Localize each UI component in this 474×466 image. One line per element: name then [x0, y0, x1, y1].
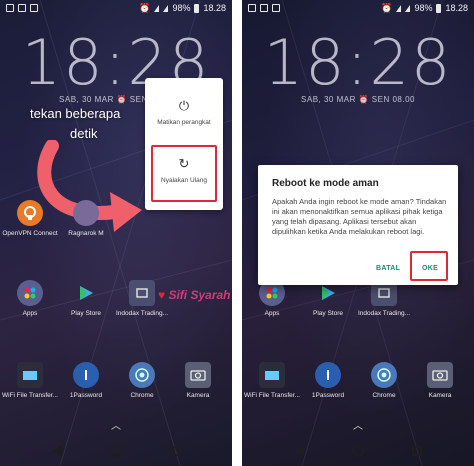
indodax-icon	[129, 280, 155, 306]
app-label: WiFi File Transfer...	[244, 392, 300, 399]
onepassword-icon	[73, 362, 99, 388]
cancel-button[interactable]: BATAL	[376, 265, 400, 272]
app-label: WiFi File Transfer...	[2, 392, 58, 399]
app-label: Apps	[264, 310, 280, 317]
app-label: Play Store	[313, 310, 343, 317]
status-time: 18.28	[445, 3, 468, 13]
app-label: Play Store	[71, 310, 101, 317]
status-bar: ⏰ 98% 18.28	[0, 0, 232, 16]
shutdown-label: Matikan perangkat	[157, 119, 211, 126]
restart-highlight	[151, 145, 217, 202]
notification-icon	[18, 4, 26, 12]
back-icon[interactable]	[52, 445, 62, 457]
app-chrome[interactable]: Chrome	[356, 362, 412, 399]
app-label: Kamera	[428, 392, 452, 399]
app-ragnarok[interactable]: Ragnarok M	[58, 200, 114, 237]
home-icon[interactable]	[109, 445, 122, 457]
app-label: Apps	[22, 310, 38, 317]
app-label: Ragnarok M	[68, 230, 104, 237]
date-line: SAB, 30 MAR ⏰ SEN 08.00	[301, 95, 415, 104]
ok-highlight	[410, 251, 448, 281]
chrome-icon	[129, 362, 155, 388]
battery-icon	[194, 3, 200, 13]
app-label: OpenVPN Connect	[2, 230, 58, 237]
app-indodax[interactable]: Indodax Trading...	[356, 280, 412, 317]
ragnarok-icon	[73, 200, 99, 226]
watermark-logo: ♥ Sifi Syarah	[158, 288, 231, 302]
navigation-bar	[242, 436, 474, 466]
navigation-bar	[0, 436, 232, 466]
app-kamera[interactable]: Kamera	[412, 362, 468, 399]
openvpn-icon	[17, 200, 43, 226]
chevron-up-icon[interactable]: ︿	[0, 417, 232, 432]
app-label: Chrome	[372, 392, 396, 399]
watermark-text: Sifi Syarah	[168, 288, 231, 302]
left-phone-screen: ⏰ 98% 18.28 18:28 SAB, 30 MAR ⏰ SEN 08.0…	[0, 0, 232, 466]
notification-icon	[272, 4, 280, 12]
app-label: Kamera	[186, 392, 210, 399]
app-apps[interactable]: Apps	[2, 280, 58, 317]
app-label: Indodax Trading...	[115, 310, 169, 317]
app-play-store[interactable]: Play Store	[300, 280, 356, 317]
alarm-icon: ⏰	[381, 2, 393, 13]
app-openvpn[interactable]: OpenVPN Connect	[2, 200, 58, 237]
status-bar: ⏰ 98% 18.28	[242, 0, 474, 16]
app-label: Indodax Trading...	[357, 310, 411, 317]
notification-icon	[30, 4, 38, 12]
apps-icon	[17, 280, 43, 306]
signal-icon	[405, 4, 411, 12]
app-kamera[interactable]: Kamera	[170, 362, 226, 399]
wifi-transfer-icon	[17, 362, 43, 388]
app-play-store[interactable]: Play Store	[58, 280, 114, 317]
notification-icon	[248, 4, 256, 12]
back-icon[interactable]	[294, 445, 304, 457]
battery-percent: 98%	[414, 3, 433, 13]
wifi-transfer-icon	[259, 362, 285, 388]
camera-icon	[185, 362, 211, 388]
lock-clock: 18:28	[263, 26, 453, 99]
instruction-text-2: detik	[70, 126, 98, 141]
recents-icon[interactable]	[411, 446, 422, 456]
battery-icon	[436, 3, 442, 13]
dialog-message: Apakah Anda ingin reboot ke mode aman? T…	[272, 197, 447, 236]
app-apps[interactable]: Apps	[244, 280, 300, 317]
app-wifi-transfer[interactable]: WiFi File Transfer...	[2, 362, 58, 399]
app-wifi-transfer[interactable]: WiFi File Transfer...	[244, 362, 300, 399]
right-phone-screen: ⏰ 98% 18.28 18:28 SAB, 30 MAR ⏰ SEN 08.0…	[242, 0, 474, 466]
shutdown-option[interactable]: ⏻ Matikan perangkat	[145, 98, 223, 126]
signal-icon	[154, 4, 160, 12]
notification-icon	[260, 4, 268, 12]
camera-icon	[427, 362, 453, 388]
home-icon[interactable]	[351, 445, 364, 457]
chevron-up-icon[interactable]: ︿	[242, 417, 474, 432]
alarm-icon: ⏰	[139, 2, 151, 13]
notification-icon	[6, 4, 14, 12]
app-1password[interactable]: 1Password	[300, 362, 356, 399]
power-icon: ⏻	[178, 98, 190, 113]
power-menu: ⏻ Matikan perangkat ↻ Nyalakan Ulang	[145, 78, 223, 210]
app-label: 1Password	[69, 392, 103, 399]
recents-icon[interactable]	[169, 446, 180, 456]
app-label: Chrome	[130, 392, 154, 399]
instruction-text-1: tekan beberapa	[30, 106, 121, 121]
safe-mode-dialog: Reboot ke mode aman Apakah Anda ingin re…	[258, 165, 458, 285]
play-store-icon	[73, 280, 99, 306]
battery-percent: 98%	[172, 3, 191, 13]
signal-icon	[396, 4, 402, 12]
signal-icon	[163, 4, 169, 12]
app-label: 1Password	[311, 392, 345, 399]
dialog-title: Reboot ke mode aman	[272, 178, 379, 189]
screen-divider	[232, 0, 242, 466]
chrome-icon	[371, 362, 397, 388]
onepassword-icon	[315, 362, 341, 388]
app-chrome[interactable]: Chrome	[114, 362, 170, 399]
status-time: 18.28	[203, 3, 226, 13]
app-1password[interactable]: 1Password	[58, 362, 114, 399]
